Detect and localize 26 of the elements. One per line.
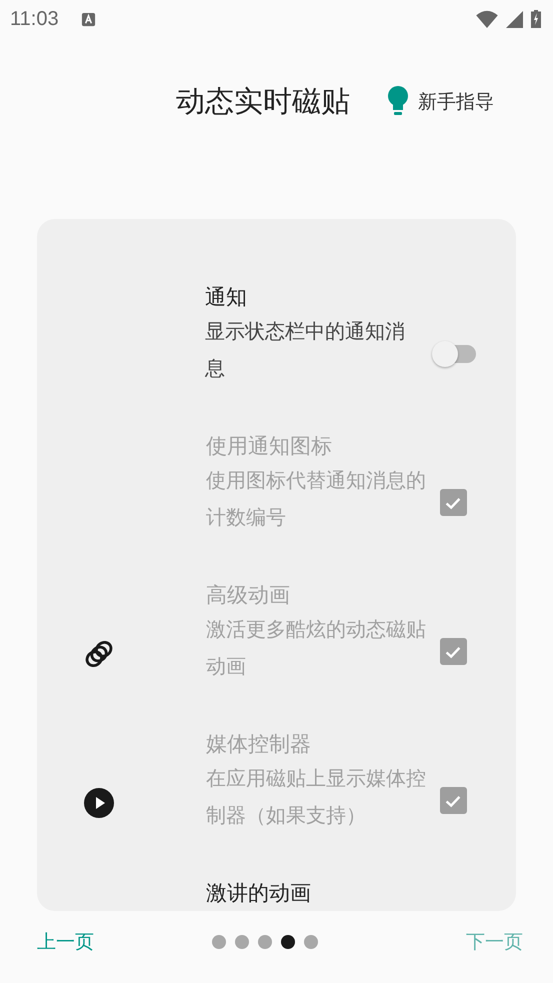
- status-time: 11:03: [10, 8, 59, 30]
- previous-page-link[interactable]: 上一页: [37, 929, 94, 955]
- guide-button[interactable]: 新手指导: [388, 86, 494, 118]
- wifi-icon: [476, 10, 498, 28]
- page-dot[interactable]: [212, 935, 226, 949]
- setting-description: 显示状态栏中的通知消息: [205, 318, 406, 382]
- setting-title: 使用通知图标: [206, 433, 333, 460]
- page-dot[interactable]: [235, 935, 249, 949]
- setting-title: 激讲的动画: [206, 880, 312, 907]
- play-icon: [83, 786, 115, 818]
- page-dot[interactable]: [258, 935, 272, 949]
- lightbulb-icon: [388, 86, 408, 118]
- setting-title: 通知: [205, 284, 248, 311]
- setting-title: 媒体控制器: [206, 731, 312, 758]
- keyboard-a-icon: [80, 12, 96, 26]
- battery-icon: [531, 10, 541, 28]
- toggle-switch[interactable]: [432, 340, 476, 366]
- signal-icon: [506, 10, 523, 28]
- setting-title: 高级动画: [206, 582, 291, 609]
- next-page-link[interactable]: 下一页: [466, 929, 523, 955]
- setting-description: 在应用磁贴上显示媒体控制器（如果支持）: [206, 765, 427, 829]
- setting-description: 使用图标代替通知消息的计数编号: [206, 467, 427, 531]
- page-dot[interactable]: [304, 935, 318, 949]
- setting-description: 激活更多酷炫的动态磁贴动画: [206, 616, 427, 680]
- page-dot[interactable]: [281, 935, 295, 949]
- page-title: 动态实时磁贴: [176, 83, 350, 120]
